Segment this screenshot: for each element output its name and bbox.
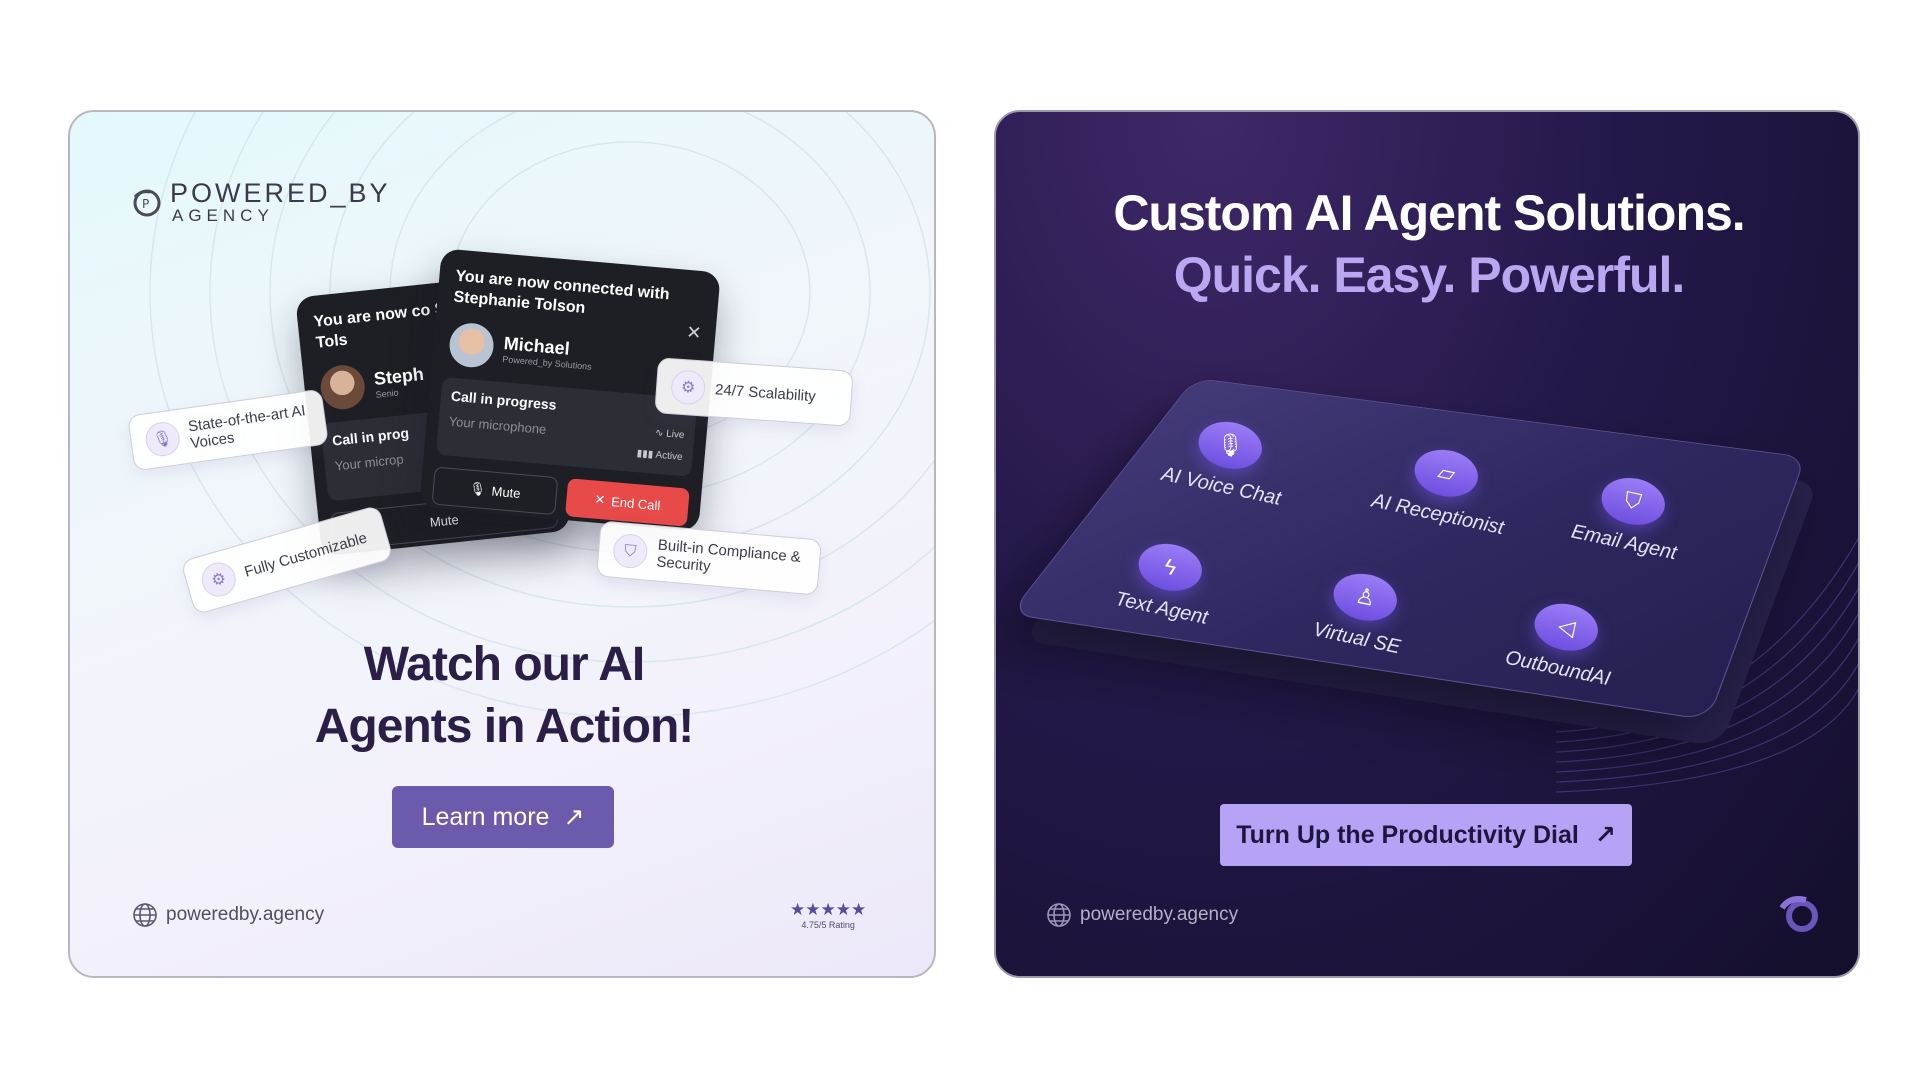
active-indicator: ▮▮▮ Active: [636, 448, 683, 463]
learn-more-label: Learn more: [422, 803, 550, 832]
arrow-up-right-icon: ↗: [1595, 820, 1616, 850]
right-headline-line-1: Custom AI Agent Solutions.: [996, 184, 1860, 242]
shield-check-icon: ⛉: [612, 533, 649, 570]
microphone-icon: 🎙: [469, 481, 487, 498]
headline-line-2: Agents in Action!: [70, 696, 936, 758]
globe-icon: [1046, 902, 1072, 928]
globe-icon: [132, 902, 158, 928]
chip-label: Built-in Compliance & Security: [656, 537, 806, 584]
right-ad-card: Custom AI Agent Solutions. Quick. Easy. …: [994, 110, 1860, 978]
left-headline: Watch our AI Agents in Action!: [70, 634, 936, 758]
brand-mark-icon: [1778, 894, 1822, 938]
active-label: Active: [655, 450, 683, 463]
gear-icon: ⚙: [670, 369, 706, 405]
chip-label: 24/7 Scalability: [715, 381, 817, 405]
svg-text:P: P: [142, 197, 149, 211]
headline-line-1: Watch our AI: [70, 634, 936, 696]
gear-icon: ⚙: [198, 559, 240, 601]
rating-badge: ★★★★★ 4.75/5 Rating: [790, 900, 866, 930]
star-rating-icon: ★★★★★: [790, 900, 866, 920]
agents-panel: 🎙 AI Voice Chat ▱ AI Receptionist ⛉ Emai…: [1086, 372, 1786, 752]
close-icon: ✕: [594, 492, 606, 509]
website-label: poweredby.agency: [166, 904, 324, 926]
right-headline-line-2: Quick. Easy. Powerful.: [996, 246, 1860, 304]
live-label: Live: [666, 429, 685, 442]
chip-label: State-of-the-art AI Voices: [187, 402, 313, 453]
mute-label: Mute: [429, 511, 459, 529]
close-icon[interactable]: ✕: [685, 322, 702, 344]
cta-label: Turn Up the Productivity Dial: [1236, 821, 1579, 850]
website-link[interactable]: poweredby.agency: [1046, 902, 1238, 928]
website-link[interactable]: poweredby.agency: [132, 902, 324, 928]
arrow-up-right-icon: ↗: [563, 802, 584, 832]
end-call-label: End Call: [611, 494, 661, 513]
left-ad-card: P POWERED_BY AGENCY You are now co Steph…: [68, 110, 936, 978]
website-label: poweredby.agency: [1080, 904, 1238, 926]
mute-label: Mute: [491, 483, 521, 500]
microphone-icon: 🎙: [143, 420, 181, 458]
signal-bars-icon: ▮▮▮: [636, 448, 656, 461]
mute-button[interactable]: 🎙 Mute: [432, 467, 559, 516]
productivity-cta-button[interactable]: Turn Up the Productivity Dial ↗: [1220, 804, 1632, 866]
brand-logo: P POWERED_BY AGENCY: [132, 180, 391, 225]
learn-more-button[interactable]: Learn more ↗: [392, 786, 614, 848]
brand-name: POWERED_BY: [170, 180, 391, 207]
avatar: [319, 363, 367, 411]
end-call-button[interactable]: ✕ End Call: [565, 478, 690, 526]
brand-mark-icon: P: [132, 188, 162, 218]
avatar: [448, 321, 496, 369]
brand-subname: AGENCY: [172, 207, 391, 225]
rating-text: 4.75/5 Rating: [790, 920, 866, 930]
ad-canvas: P POWERED_BY AGENCY You are now co Steph…: [0, 0, 1920, 1080]
